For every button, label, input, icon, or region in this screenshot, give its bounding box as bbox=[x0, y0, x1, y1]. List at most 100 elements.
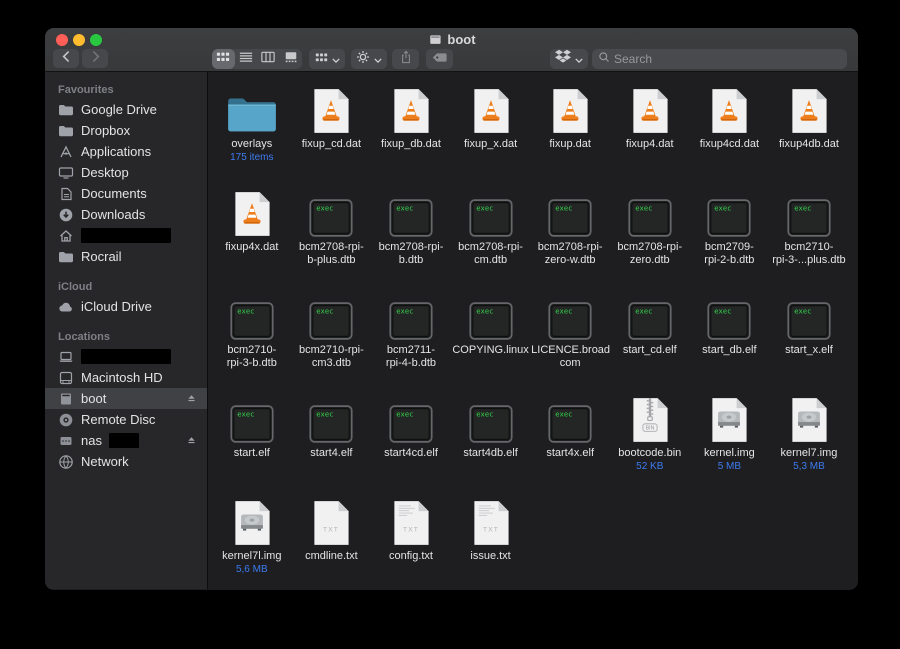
sidebar-section-label: iCloud bbox=[58, 281, 207, 293]
file-item[interactable]: execCOPYING.linux bbox=[451, 290, 531, 393]
file-item[interactable]: execstart4.elf bbox=[292, 393, 372, 496]
tag-icon bbox=[432, 50, 447, 68]
gallery-view-button[interactable] bbox=[280, 49, 303, 69]
exec-file-icon: exec bbox=[548, 290, 592, 340]
exec-file-icon: exec bbox=[469, 290, 513, 340]
file-item[interactable]: fixup4db.dat bbox=[769, 84, 849, 187]
file-item[interactable]: execstart4db.elf bbox=[451, 393, 531, 496]
file-item[interactable]: fixup_db.dat bbox=[371, 84, 451, 187]
svg-text:BIN: BIN bbox=[645, 425, 654, 431]
file-item[interactable]: execbcm2708-rpi-b.dtb bbox=[371, 187, 451, 290]
sidebar-item-remote-disc[interactable]: Remote Disc bbox=[45, 409, 207, 430]
file-item[interactable]: execstart_db.elf bbox=[690, 290, 770, 393]
file-item[interactable]: BINbootcode.bin52 KB bbox=[610, 393, 690, 496]
sidebar-item-label: Desktop bbox=[81, 165, 129, 180]
icloud-icon bbox=[58, 299, 74, 315]
svg-text:exec: exec bbox=[555, 203, 572, 212]
sidebar-item-redacted[interactable] bbox=[45, 225, 207, 246]
file-grid: overlays175 items fixup_cd.dat fixup_db.da… bbox=[208, 72, 858, 589]
file-item[interactable]: overlays175 items bbox=[212, 84, 292, 187]
chevron-down-icon bbox=[332, 50, 340, 68]
forward-button[interactable] bbox=[82, 49, 108, 68]
sidebar-item-rocrail[interactable]: Rocrail bbox=[45, 246, 207, 267]
file-name: bcm2711-rpi-4-b.dtb bbox=[386, 344, 436, 370]
file-item[interactable]: execstart_x.elf bbox=[769, 290, 849, 393]
sidebar-item-redacted[interactable] bbox=[45, 346, 207, 367]
sidebar-item-desktop[interactable]: Desktop bbox=[45, 162, 207, 183]
search-input[interactable] bbox=[614, 52, 841, 66]
share-button[interactable] bbox=[392, 49, 419, 69]
list-view-icon bbox=[239, 50, 253, 68]
sidebar-item-dropbox[interactable]: Dropbox bbox=[45, 120, 207, 141]
file-detail: 5,3 MB bbox=[793, 460, 825, 473]
file-item[interactable]: fixup4cd.dat bbox=[690, 84, 770, 187]
file-item[interactable]: exec bcm2710-rpi-3-b.dtb bbox=[212, 290, 292, 393]
svg-text:exec: exec bbox=[396, 306, 413, 315]
sidebar-item-network[interactable]: Network bbox=[45, 451, 207, 472]
sidebar-item-boot[interactable]: boot bbox=[45, 388, 207, 409]
file-detail: 175 items bbox=[230, 151, 273, 164]
file-item[interactable]: execLICENCE.broadcom bbox=[530, 290, 610, 393]
nas-icon bbox=[58, 433, 74, 449]
eject-button[interactable] bbox=[186, 435, 197, 446]
file-item[interactable]: execbcm2708-rpi-zero-w.dtb bbox=[530, 187, 610, 290]
eject-button[interactable] bbox=[186, 393, 197, 404]
file-item[interactable]: execstart4x.elf bbox=[530, 393, 610, 496]
file-item[interactable]: fixup_x.dat bbox=[451, 84, 531, 187]
file-name: bootcode.bin bbox=[618, 447, 681, 460]
sidebar-item-downloads[interactable]: Downloads bbox=[45, 204, 207, 225]
sidebar-item-icloud-drive[interactable]: iCloud Drive bbox=[45, 296, 207, 317]
file-item[interactable]: TXTcmdline.txt bbox=[292, 496, 372, 589]
file-item[interactable]: execbcm2708-rpi-cm.dtb bbox=[451, 187, 531, 290]
file-item[interactable]: execbcm2710-rpi-cm3.dtb bbox=[292, 290, 372, 393]
file-item[interactable]: fixup4x.dat bbox=[212, 187, 292, 290]
svg-text:exec: exec bbox=[794, 203, 811, 212]
zoom-button[interactable] bbox=[90, 34, 102, 46]
minimize-button[interactable] bbox=[73, 34, 85, 46]
sidebar-item-nas[interactable]: nas bbox=[45, 430, 207, 451]
content-area: overlays175 items fixup_cd.dat fixup_db.da… bbox=[208, 72, 858, 589]
exec-file-icon: exec bbox=[787, 187, 831, 237]
svg-text:exec: exec bbox=[476, 306, 493, 315]
file-name: overlays bbox=[231, 138, 272, 151]
file-item[interactable]: kernel7l.img5,6 MB bbox=[212, 496, 292, 589]
file-item[interactable]: kernel7.img5,3 MB bbox=[769, 393, 849, 496]
external-drive-icon bbox=[58, 391, 74, 407]
network-icon bbox=[58, 454, 74, 470]
file-item[interactable]: execbcm2710-rpi-3-...plus.dtb bbox=[769, 187, 849, 290]
file-item[interactable]: fixup4.dat bbox=[610, 84, 690, 187]
dropbox-button[interactable] bbox=[550, 49, 588, 69]
sidebar-item-label: Documents bbox=[81, 186, 147, 201]
exec-file-icon: exec bbox=[787, 290, 831, 340]
sidebar-item-applications[interactable]: Applications bbox=[45, 141, 207, 162]
close-button[interactable] bbox=[56, 34, 68, 46]
file-item[interactable]: fixup.dat bbox=[530, 84, 610, 187]
column-view-button[interactable] bbox=[257, 49, 280, 69]
file-item[interactable]: execbcm2708-rpi-zero.dtb bbox=[610, 187, 690, 290]
file-item[interactable]: execstart4cd.elf bbox=[371, 393, 451, 496]
sidebar-item-google-drive[interactable]: Google Drive bbox=[45, 99, 207, 120]
file-name: kernel7.img bbox=[781, 447, 838, 460]
file-name: bcm2710-rpi-3-b.dtb bbox=[227, 344, 277, 370]
file-item[interactable]: execbcm2709-rpi-2-b.dtb bbox=[690, 187, 770, 290]
file-item[interactable]: execbcm2708-rpi-b-plus.dtb bbox=[292, 187, 372, 290]
action-button[interactable] bbox=[351, 49, 387, 69]
svg-text:exec: exec bbox=[237, 306, 254, 315]
file-item[interactable]: fixup_cd.dat bbox=[292, 84, 372, 187]
file-name: fixup_cd.dat bbox=[302, 138, 361, 151]
tag-button[interactable] bbox=[426, 49, 453, 69]
file-item[interactable]: kernel.img5 MB bbox=[690, 393, 770, 496]
group-button[interactable] bbox=[309, 49, 345, 69]
sidebar-item-macintosh-hd[interactable]: Macintosh HD bbox=[45, 367, 207, 388]
file-item[interactable]: TXTissue.txt bbox=[451, 496, 531, 589]
file-item[interactable]: TXTconfig.txt bbox=[371, 496, 451, 589]
file-name: fixup4db.dat bbox=[779, 138, 839, 151]
list-view-button[interactable] bbox=[235, 49, 258, 69]
file-item[interactable]: exec bcm2711-rpi-4-b.dtb bbox=[371, 290, 451, 393]
sidebar-item-documents[interactable]: Documents bbox=[45, 183, 207, 204]
file-item[interactable]: execstart.elf bbox=[212, 393, 292, 496]
file-name: start.elf bbox=[234, 447, 270, 460]
file-item[interactable]: execstart_cd.elf bbox=[610, 290, 690, 393]
back-button[interactable] bbox=[53, 49, 79, 68]
icon-view-button[interactable] bbox=[212, 49, 235, 69]
